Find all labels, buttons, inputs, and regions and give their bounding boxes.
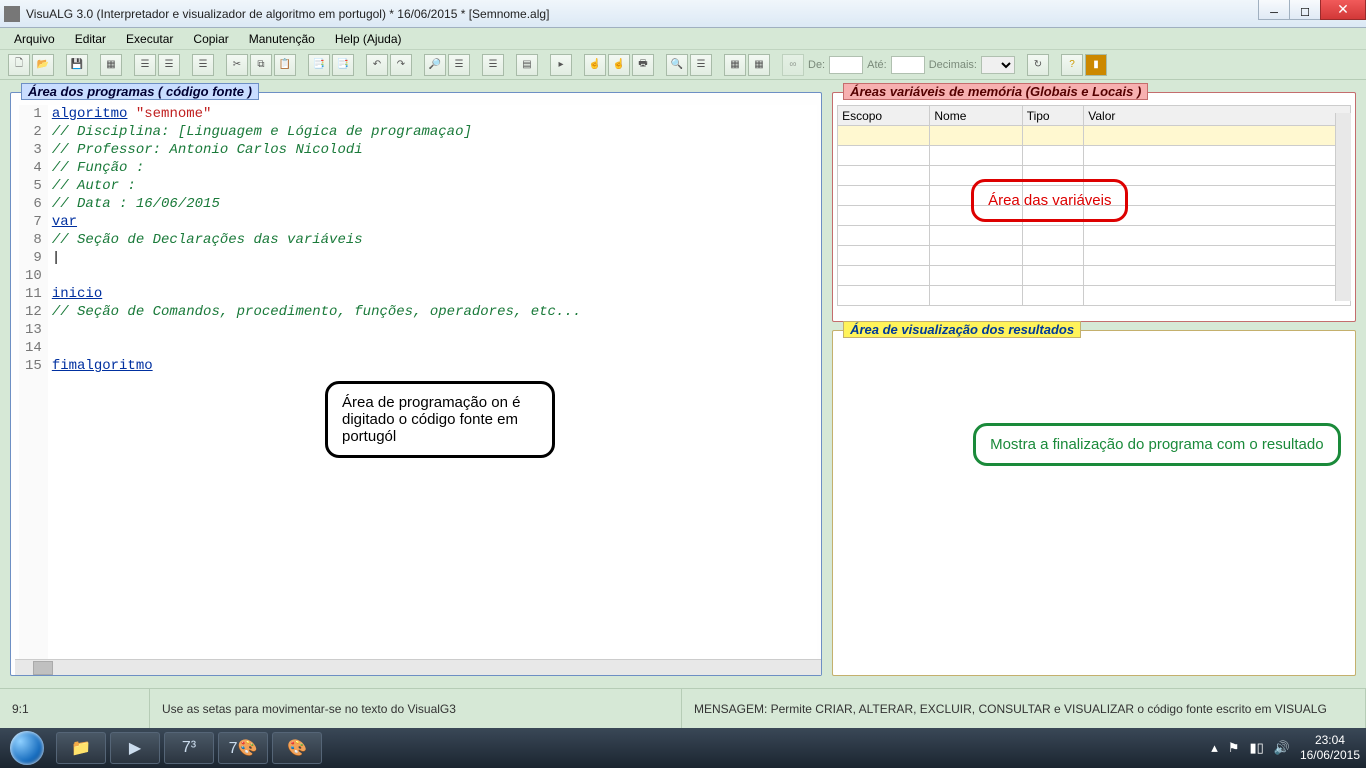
vars-vscroll[interactable] <box>1335 113 1351 301</box>
task-media-icon[interactable]: ▶ <box>110 732 160 764</box>
tray-flag-icon[interactable]: ⚑ <box>1228 740 1240 756</box>
tray-clock[interactable]: 23:04 16/06/2015 <box>1300 733 1360 763</box>
run1-icon[interactable]: ▸ <box>550 54 572 76</box>
indent-icon[interactable]: ☰ <box>482 54 504 76</box>
status-hint: Use as setas para movimentar-se no texto… <box>150 689 682 728</box>
find-icon[interactable]: 🔎 <box>424 54 446 76</box>
bookmark1-icon[interactable]: 📑 <box>308 54 330 76</box>
print-icon[interactable]: 🖶 <box>632 54 654 76</box>
doc5-icon[interactable]: ▤ <box>516 54 538 76</box>
calc-icon[interactable]: ▦ <box>724 54 746 76</box>
results-panel: Área de visualização dos resultados Most… <box>832 330 1356 676</box>
copy-icon[interactable]: ⧉ <box>250 54 272 76</box>
redo-icon[interactable]: ↷ <box>390 54 412 76</box>
statusbar: 9:1 Use as setas para movimentar-se no t… <box>0 688 1366 728</box>
minimize-button[interactable]: ─ <box>1258 0 1290 20</box>
vars-annotation: Área das variáveis <box>971 179 1128 222</box>
toolbar: 🗋 📂 💾 ▦ ☰ ☰ ☰ ✂ ⧉ 📋 📑 📑 ↶ ↷ 🔎 ☰ ☰ ▤ ▸ ☝ … <box>0 50 1366 80</box>
exit-icon[interactable]: ▮ <box>1085 54 1107 76</box>
paste-icon[interactable]: 📋 <box>274 54 296 76</box>
ate-input[interactable] <box>891 56 925 74</box>
task-paint-icon[interactable]: 🎨 <box>272 732 322 764</box>
menu-manuten-o[interactable]: Manutenção <box>241 30 323 48</box>
cut-icon[interactable]: ✂ <box>226 54 248 76</box>
zoom-icon[interactable]: 🔍 <box>666 54 688 76</box>
tray-net-icon[interactable]: ▮▯ <box>1249 740 1263 756</box>
replace-icon[interactable]: ☰ <box>448 54 470 76</box>
code-annotation: Área de programação on é digitado o códi… <box>325 381 555 458</box>
tray-time: 23:04 <box>1300 733 1360 748</box>
decimais-label: Decimais: <box>929 59 977 71</box>
doc4-icon[interactable]: ☰ <box>192 54 214 76</box>
menu-help-ajuda-[interactable]: Help (Ajuda) <box>327 30 410 48</box>
refresh-icon[interactable]: ↻ <box>1027 54 1049 76</box>
close-button[interactable]: ✕ <box>1320 0 1366 20</box>
menubar: ArquivoEditarExecutarCopiar ManutençãoHel… <box>0 28 1366 50</box>
results-legend: Área de visualização dos resultados <box>843 321 1081 338</box>
task-explorer-icon[interactable]: 📁 <box>56 732 106 764</box>
app-icon <box>4 6 20 22</box>
menu-executar[interactable]: Executar <box>118 30 181 48</box>
window-controls: ─ ☐ ✕ <box>1259 0 1366 20</box>
status-position: 9:1 <box>0 689 150 728</box>
undo-icon[interactable]: ↶ <box>366 54 388 76</box>
de-label: De: <box>808 59 825 71</box>
results-output[interactable]: Mostra a finalização do programa com o r… <box>837 343 1351 671</box>
code-legend: Área dos programas ( código fonte ) <box>21 83 259 100</box>
results-annotation: Mostra a finalização do programa com o r… <box>973 423 1341 466</box>
link-icon[interactable]: ∞ <box>782 54 804 76</box>
tray-up-icon[interactable]: ▴ <box>1211 740 1218 756</box>
new-icon[interactable]: 🗋 <box>8 54 30 76</box>
task-app1-icon[interactable]: 7³ <box>164 732 214 764</box>
taskbar: 📁 ▶ 7³ 7🎨 🎨 ▴ ⚑ ▮▯ 🔊 23:04 16/06/2015 <box>0 728 1366 768</box>
status-message: MENSAGEM: Permite CRIAR, ALTERAR, EXCLUI… <box>682 689 1366 728</box>
start-button[interactable] <box>0 728 54 768</box>
menu-editar[interactable]: Editar <box>67 30 114 48</box>
bookmark2-icon[interactable]: 📑 <box>332 54 354 76</box>
step-icon[interactable]: ☝ <box>608 54 630 76</box>
code-panel: Área dos programas ( código fonte ) 1234… <box>10 92 822 676</box>
workarea: Área dos programas ( código fonte ) 1234… <box>0 82 1366 686</box>
titlebar: VisuALG 3.0 (Interpretador e visualizado… <box>0 0 1366 28</box>
menu-arquivo[interactable]: Arquivo <box>6 30 63 48</box>
maximize-button[interactable]: ☐ <box>1289 0 1321 20</box>
run2-icon[interactable]: ☝ <box>584 54 606 76</box>
system-tray: ▴ ⚑ ▮▯ 🔊 23:04 16/06/2015 <box>1211 728 1360 768</box>
menu-copiar[interactable]: Copiar <box>185 30 236 48</box>
tray-vol-icon[interactable]: 🔊 <box>1274 740 1290 756</box>
vars-panel: Áreas variáveis de memória (Globais e Lo… <box>832 92 1356 322</box>
save-icon[interactable]: 💾 <box>66 54 88 76</box>
doc1-icon[interactable]: ▦ <box>100 54 122 76</box>
doc3-icon[interactable]: ☰ <box>158 54 180 76</box>
tray-date: 16/06/2015 <box>1300 748 1360 763</box>
grid-icon[interactable]: ▦ <box>748 54 770 76</box>
tool1-icon[interactable]: ☰ <box>690 54 712 76</box>
open-icon[interactable]: 📂 <box>32 54 54 76</box>
decimais-combo[interactable] <box>981 56 1015 74</box>
help-icon[interactable]: ? <box>1061 54 1083 76</box>
task-app2-icon[interactable]: 7🎨 <box>218 732 268 764</box>
window-title: VisuALG 3.0 (Interpretador e visualizado… <box>26 7 549 21</box>
de-input[interactable] <box>829 56 863 74</box>
doc2-icon[interactable]: ☰ <box>134 54 156 76</box>
hscrollbar[interactable] <box>15 659 821 675</box>
vars-legend: Áreas variáveis de memória (Globais e Lo… <box>843 83 1148 100</box>
ate-label: Até: <box>867 59 887 71</box>
